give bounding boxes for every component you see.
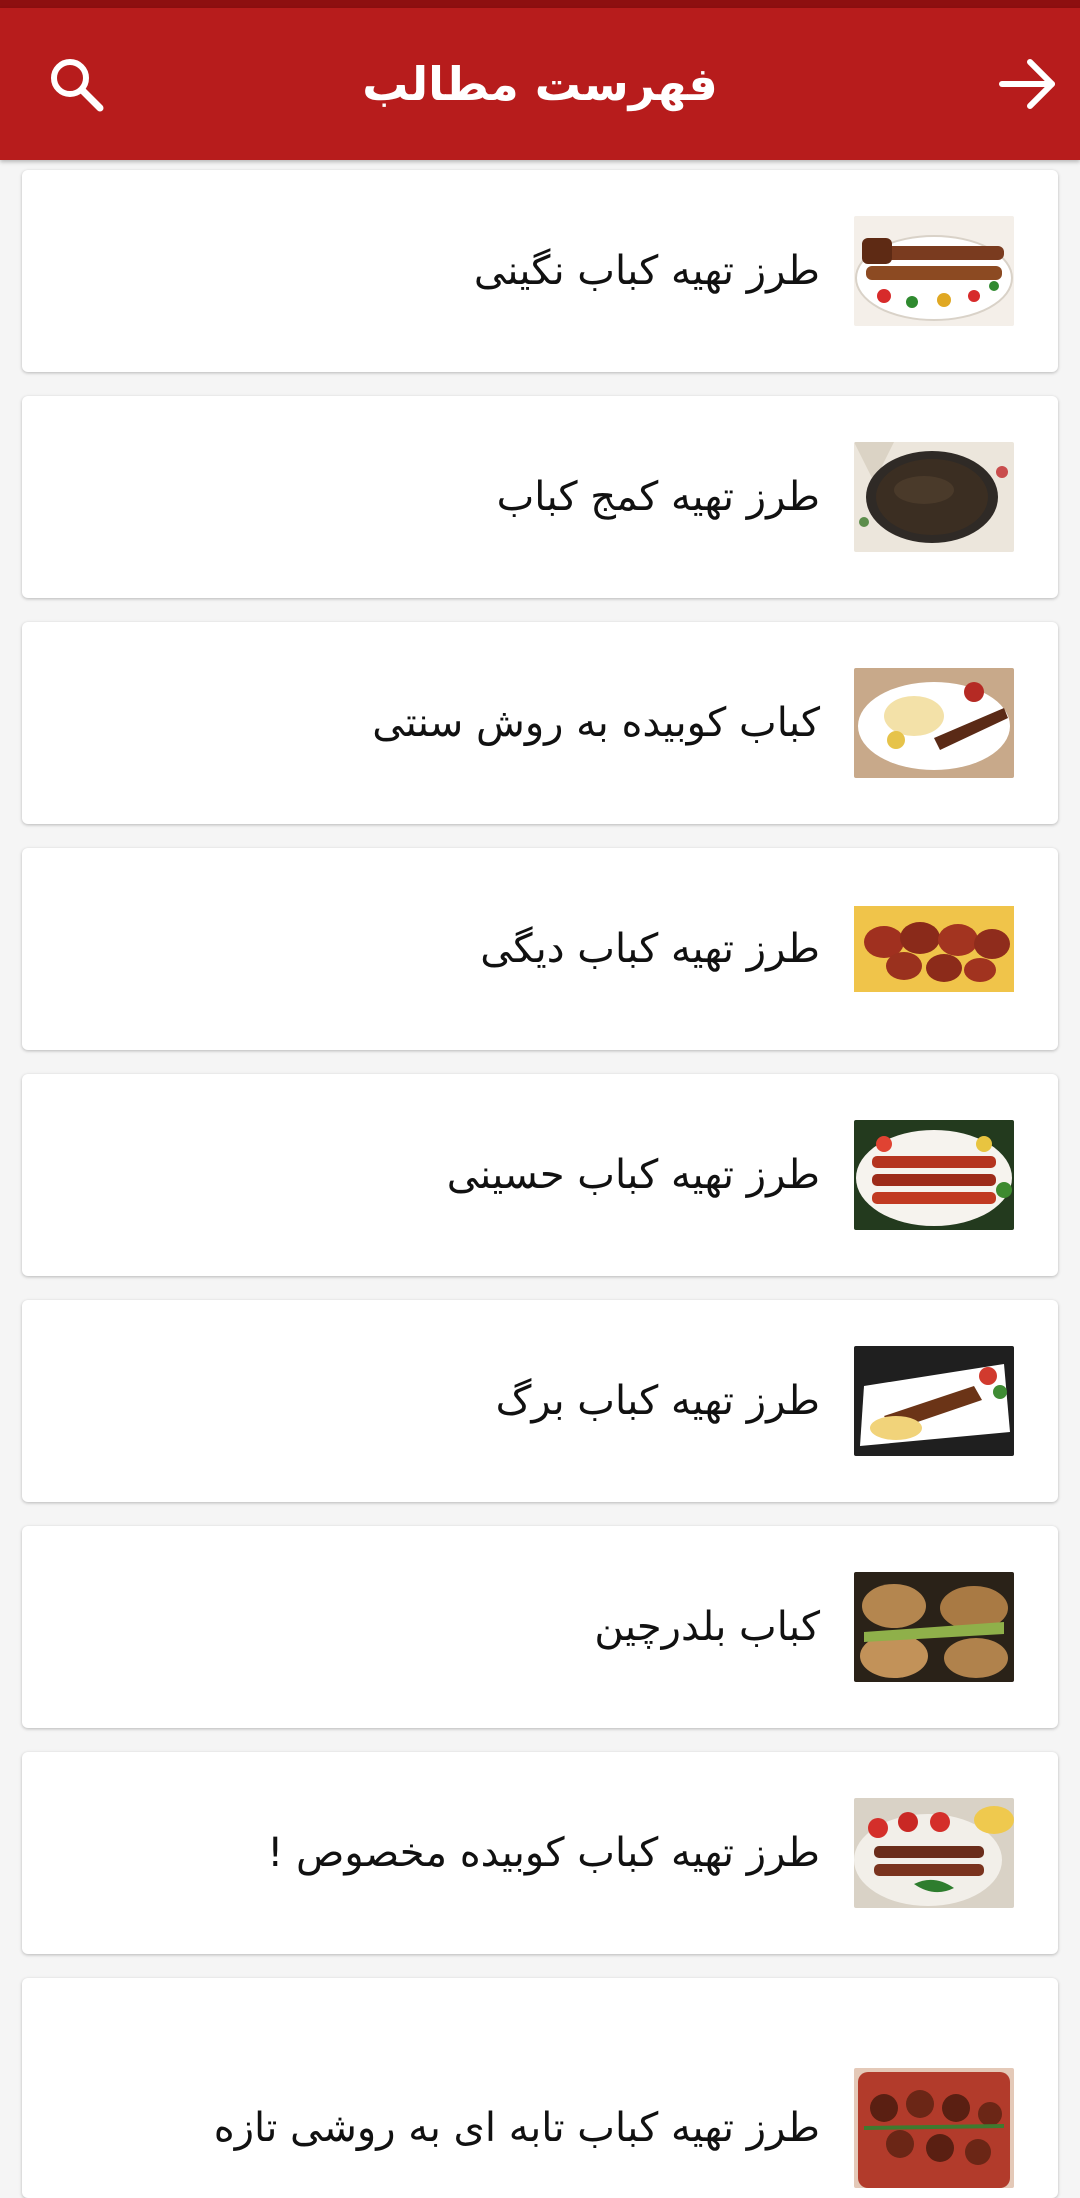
list-item[interactable]: طرز تهیه کباب تابه ای به روشی تازه [22, 1978, 1058, 2198]
item-title: طرز تهیه کباب حسینی [446, 1152, 820, 1198]
item-title: طرز تهیه کباب کوبیده مخصوص ! [267, 1830, 820, 1876]
item-title: طرز تهیه کباب نگینی [473, 248, 820, 294]
list-item[interactable]: کباب بلدرچین [22, 1526, 1058, 1728]
list-item[interactable]: کباب کوبیده به روش سنتی [22, 622, 1058, 824]
kebab-platter-thumbnail [854, 216, 1014, 326]
item-title: طرز تهیه کباب دیگی [480, 926, 820, 972]
meatballs-fries-thumbnail [854, 894, 1014, 1004]
list-item[interactable]: طرز تهیه کباب حسینی [22, 1074, 1058, 1276]
list-item[interactable]: طرز تهیه کباب برگ [22, 1300, 1058, 1502]
pan-kabob-thumbnail [854, 2068, 1014, 2188]
page-title: فهرست مطالب [362, 57, 718, 111]
list-item[interactable]: طرز تهیه کباب کوبیده مخصوص ! [22, 1752, 1058, 1954]
skewer-platter-thumbnail [854, 1120, 1014, 1230]
item-title: کباب کوبیده به روش سنتی [372, 700, 820, 746]
quail-kabob-thumbnail [854, 1572, 1014, 1682]
item-title: کباب بلدرچین [594, 1604, 820, 1650]
back-button[interactable] [986, 42, 1070, 126]
item-title: طرز تهیه کمج کباب [496, 474, 820, 520]
status-bar [0, 0, 1080, 8]
item-title: طرز تهیه کباب تابه ای به روشی تازه [213, 2105, 820, 2151]
koobideh-tomatoes-thumbnail [854, 1798, 1014, 1908]
item-title: طرز تهیه کباب برگ [495, 1378, 820, 1424]
search-icon [51, 59, 104, 112]
barg-kabob-plate-thumbnail [854, 1346, 1014, 1456]
stew-pot-thumbnail [854, 442, 1014, 552]
list-item[interactable]: طرز تهیه کباب دیگی [22, 848, 1058, 1050]
list-item[interactable]: طرز تهیه کمج کباب [22, 396, 1058, 598]
arrow-right-icon [999, 59, 1055, 109]
kabob-rice-plate-thumbnail [854, 668, 1014, 778]
list-item[interactable]: طرز تهیه کباب نگینی [22, 170, 1058, 372]
search-button[interactable] [34, 42, 118, 126]
app-bar: فهرست مطالب [0, 8, 1080, 160]
